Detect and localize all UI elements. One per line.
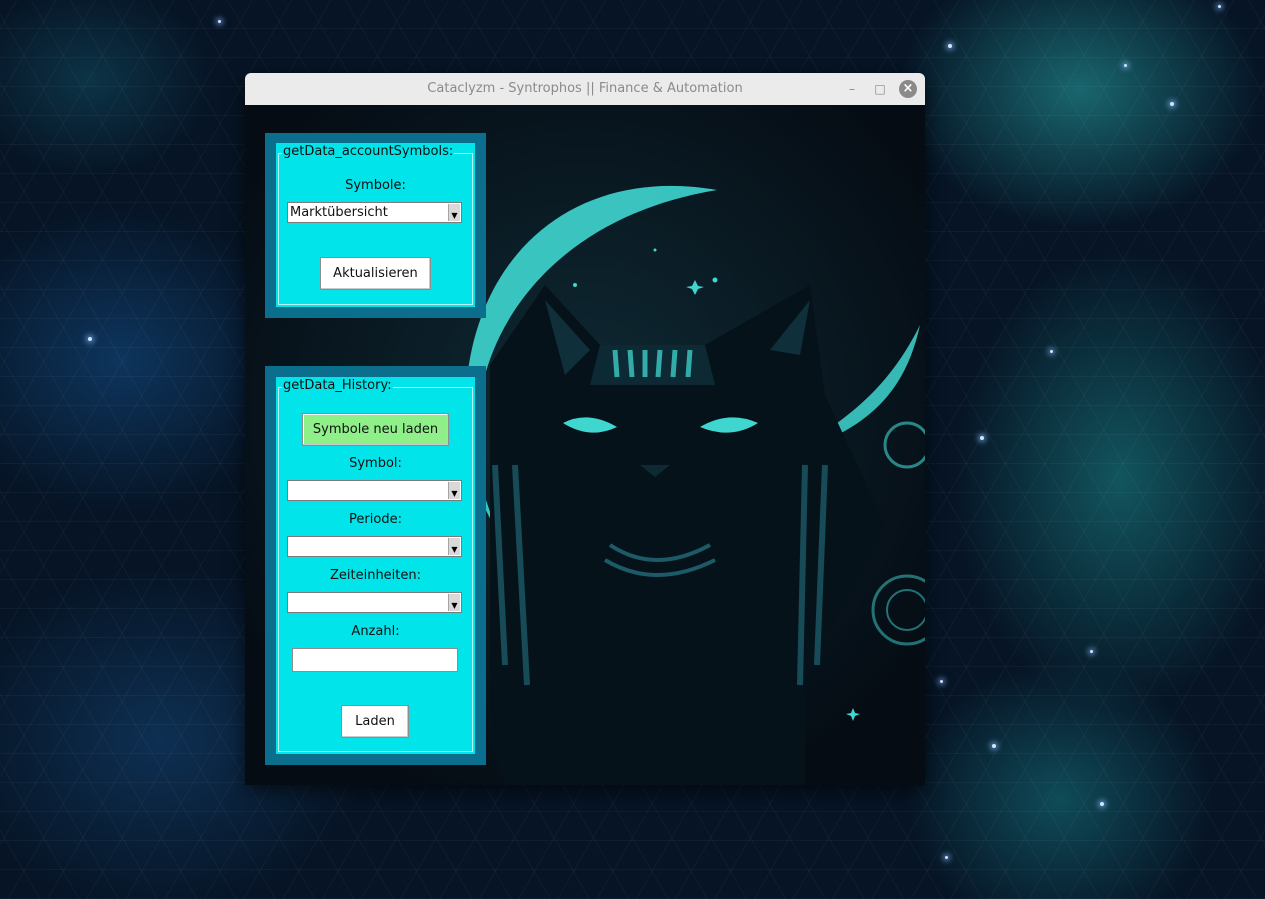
load-button[interactable]: Laden (341, 705, 409, 738)
star (218, 20, 221, 23)
time-units-label: Zeiteinheiten: (329, 568, 422, 583)
period-label: Periode: (349, 512, 402, 527)
minimize-button[interactable]: – (843, 80, 861, 98)
account-symbols-legend: getData_accountSymbols: (282, 144, 455, 159)
account-symbols-group: getData_accountSymbols: Symbole: Marktüb… (276, 143, 475, 307)
app-window: Cataclyzm - Syntrophos || Finance & Auto… (245, 73, 925, 785)
symbols-label: Symbole: (345, 178, 406, 193)
star (1124, 64, 1127, 67)
window-title: Cataclyzm - Syntrophos || Finance & Auto… (427, 81, 743, 96)
maximize-button[interactable]: □ (871, 80, 889, 98)
dropdown-arrow-icon[interactable]: ▼ (448, 538, 460, 555)
star (980, 436, 984, 440)
title-bar[interactable]: Cataclyzm - Syntrophos || Finance & Auto… (245, 73, 925, 106)
history-legend: getData_History: (282, 378, 393, 393)
history-group: getData_History: Symbole neu laden Symbo… (276, 377, 475, 754)
star (1218, 5, 1221, 8)
reload-symbols-button[interactable]: Symbole neu laden (302, 413, 449, 446)
count-label: Anzahl: (351, 624, 400, 639)
app-canvas: getData_accountSymbols: Symbole: Marktüb… (245, 105, 925, 785)
period-dropdown[interactable]: ▼ (287, 536, 462, 557)
star (940, 680, 943, 683)
star (1050, 350, 1053, 353)
close-button[interactable]: × (899, 80, 917, 98)
star (1100, 802, 1104, 806)
dropdown-arrow-icon[interactable]: ▼ (448, 594, 460, 611)
account-symbols-panel: getData_accountSymbols: Symbole: Marktüb… (265, 133, 486, 318)
star (1090, 650, 1093, 653)
history-panel: getData_History: Symbole neu laden Symbo… (265, 366, 486, 765)
star (88, 337, 92, 341)
star (992, 744, 996, 748)
symbol-dropdown[interactable]: ▼ (287, 480, 462, 501)
symbol-label: Symbol: (349, 456, 402, 471)
dropdown-arrow-icon[interactable]: ▼ (448, 482, 460, 499)
symbols-dropdown-value: Marktübersicht (290, 205, 388, 220)
star (945, 856, 948, 859)
time-units-dropdown[interactable]: ▼ (287, 592, 462, 613)
refresh-button[interactable]: Aktualisieren (320, 257, 431, 290)
symbols-dropdown[interactable]: Marktübersicht ▼ (287, 202, 462, 223)
dropdown-arrow-icon[interactable]: ▼ (448, 204, 460, 221)
star (948, 44, 952, 48)
count-input[interactable] (292, 648, 458, 672)
star (1170, 102, 1174, 106)
